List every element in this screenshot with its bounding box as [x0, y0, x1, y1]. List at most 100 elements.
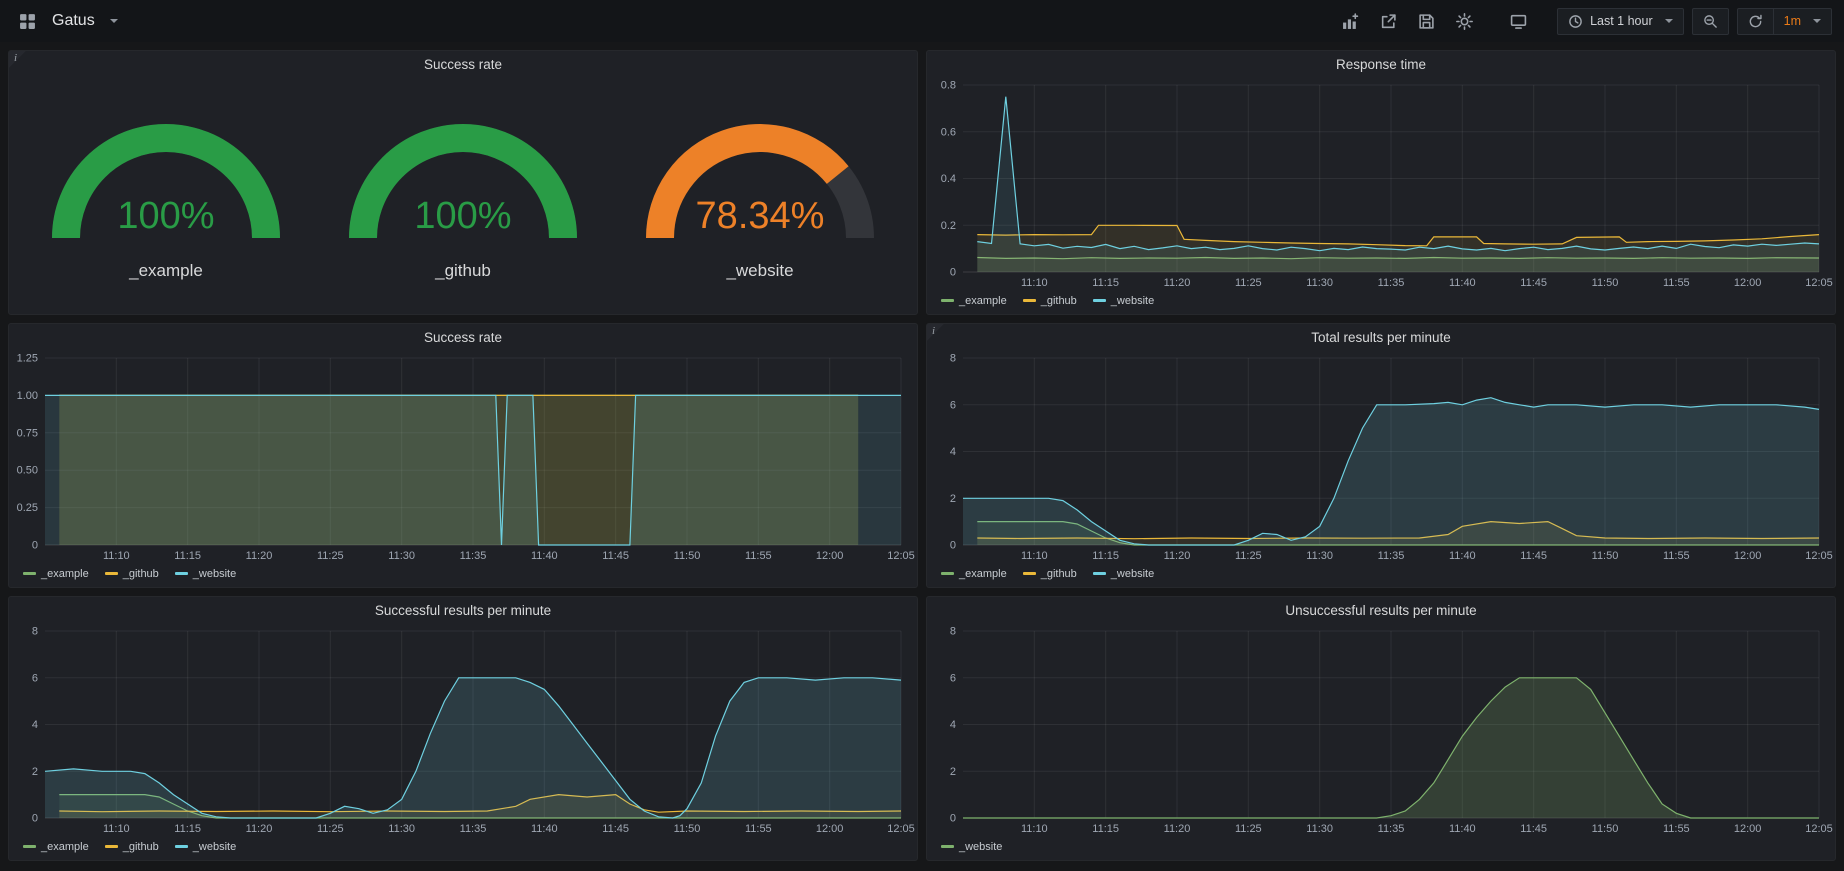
legend-label: _example — [41, 841, 89, 853]
time-range-picker[interactable]: Last 1 hour — [1557, 8, 1684, 35]
successful-results-chart[interactable]: 11:1011:1511:2011:2511:3011:3511:4011:45… — [9, 623, 917, 838]
gauge-github: 100% _github — [323, 102, 603, 281]
svg-text:11:30: 11:30 — [388, 823, 415, 835]
panel-title[interactable]: Successful results per minute — [9, 597, 917, 623]
refresh-button[interactable] — [1737, 8, 1774, 35]
svg-text:11:10: 11:10 — [1021, 823, 1048, 835]
chart-legend: _website — [927, 838, 1835, 860]
legend-swatch — [175, 572, 188, 575]
panel-title[interactable]: Success rate — [9, 324, 917, 350]
svg-text:11:40: 11:40 — [531, 823, 558, 835]
svg-text:0: 0 — [950, 813, 956, 825]
legend-item[interactable]: _github — [1023, 295, 1077, 307]
svg-text:11:25: 11:25 — [1235, 550, 1262, 562]
panel-title[interactable]: Unsuccessful results per minute — [927, 597, 1835, 623]
svg-text:11:10: 11:10 — [103, 550, 130, 562]
svg-text:11:40: 11:40 — [1449, 550, 1476, 562]
tv-mode-icon[interactable] — [1503, 8, 1533, 34]
svg-text:11:10: 11:10 — [1021, 550, 1048, 562]
svg-text:11:25: 11:25 — [317, 550, 344, 562]
add-panel-button[interactable] — [1335, 8, 1365, 34]
svg-text:11:20: 11:20 — [1164, 277, 1191, 289]
svg-text:11:15: 11:15 — [1092, 550, 1119, 562]
svg-text:11:20: 11:20 — [246, 823, 273, 835]
legend-item[interactable]: _website — [175, 568, 236, 580]
svg-text:2: 2 — [32, 766, 38, 778]
gauge-arc: 100% — [323, 102, 603, 259]
legend-item[interactable]: _github — [105, 568, 159, 580]
svg-text:11:40: 11:40 — [531, 550, 558, 562]
svg-text:11:55: 11:55 — [1663, 277, 1690, 289]
svg-text:12:00: 12:00 — [1734, 277, 1762, 289]
legend-item[interactable]: _example — [23, 568, 89, 580]
chevron-down-icon — [110, 19, 118, 23]
svg-text:11:50: 11:50 — [1592, 277, 1619, 289]
svg-text:0: 0 — [950, 540, 956, 552]
svg-text:11:55: 11:55 — [745, 823, 772, 835]
panel-success-rate-timeseries: Success rate 11:1011:1511:2011:2511:3011… — [8, 323, 918, 588]
svg-text:11:30: 11:30 — [1306, 550, 1333, 562]
total-results-chart[interactable]: 11:1011:1511:2011:2511:3011:3511:4011:45… — [927, 350, 1835, 565]
legend-item[interactable]: _example — [23, 841, 89, 853]
legend-item[interactable]: _github — [105, 841, 159, 853]
svg-text:0.8: 0.8 — [941, 80, 956, 92]
legend-item[interactable]: _example — [941, 295, 1007, 307]
gauge-label: _example — [129, 261, 203, 281]
panel-response-time: Response time 11:1011:1511:2011:2511:301… — [926, 50, 1836, 315]
svg-text:11:45: 11:45 — [1520, 823, 1547, 835]
legend-item[interactable]: _website — [1093, 568, 1154, 580]
svg-text:11:25: 11:25 — [1235, 277, 1262, 289]
svg-text:4: 4 — [32, 719, 38, 731]
panel-info-icon[interactable]: i — [927, 324, 944, 341]
gauge-website: 78.34% _website — [620, 102, 900, 281]
settings-gear-icon[interactable] — [1449, 8, 1479, 34]
unsuccessful-results-chart[interactable]: 11:1011:1511:2011:2511:3011:3511:4011:45… — [927, 623, 1835, 838]
panel-title[interactable]: Response time — [927, 51, 1835, 77]
gauge-svg: 100% — [323, 102, 603, 254]
gauge-value: 100% — [117, 195, 214, 237]
refresh-interval-dropdown[interactable]: 1m — [1774, 8, 1832, 35]
legend-item[interactable]: _example — [941, 568, 1007, 580]
legend-item[interactable]: _website — [941, 841, 1002, 853]
navbar: Gatus Last 1 hour — [0, 0, 1844, 42]
response-time-chart[interactable]: 11:1011:1511:2011:2511:3011:3511:4011:45… — [927, 77, 1835, 292]
dashboard-title[interactable]: Gatus — [52, 12, 95, 30]
legend-item[interactable]: _website — [1093, 295, 1154, 307]
legend-item[interactable]: _github — [1023, 568, 1077, 580]
legend-swatch — [941, 572, 954, 575]
svg-text:8: 8 — [950, 353, 956, 365]
panel-title[interactable]: Success rate — [9, 51, 917, 77]
legend-label: _website — [959, 841, 1002, 853]
gauge-row: 100% _example 100% _github 78.34% _websi… — [9, 77, 917, 314]
svg-text:11:15: 11:15 — [1092, 823, 1119, 835]
zoom-out-button[interactable] — [1692, 8, 1729, 35]
dashboards-icon[interactable] — [12, 8, 42, 34]
chevron-down-icon — [1665, 19, 1673, 23]
svg-text:11:10: 11:10 — [103, 823, 130, 835]
legend-label: _website — [1111, 295, 1154, 307]
legend-label: _github — [1041, 568, 1077, 580]
share-dashboard-button[interactable] — [1373, 8, 1403, 34]
svg-text:12:00: 12:00 — [1734, 550, 1762, 562]
svg-text:11:45: 11:45 — [602, 823, 629, 835]
svg-text:8: 8 — [32, 626, 38, 638]
save-dashboard-button[interactable] — [1411, 8, 1441, 34]
svg-text:0.4: 0.4 — [941, 173, 956, 185]
panel-title[interactable]: Total results per minute — [927, 324, 1835, 350]
dashboard-grid: i Success rate 100% _example 100% _githu… — [0, 42, 1844, 869]
chart-svg: 11:1011:1511:2011:2511:3011:3511:4011:45… — [927, 623, 1835, 838]
chart-legend: _example _github _website — [927, 565, 1835, 587]
chart-legend: _example _github _website — [927, 292, 1835, 314]
legend-label: _example — [959, 568, 1007, 580]
svg-text:11:30: 11:30 — [388, 550, 415, 562]
svg-text:2: 2 — [950, 493, 956, 505]
svg-text:11:25: 11:25 — [317, 823, 344, 835]
svg-text:12:05: 12:05 — [1805, 277, 1833, 289]
panel-info-icon[interactable]: i — [9, 51, 26, 68]
refresh-interval-label: 1m — [1784, 14, 1801, 28]
success-rate-chart[interactable]: 11:1011:1511:2011:2511:3011:3511:4011:45… — [9, 350, 917, 565]
svg-text:11:45: 11:45 — [602, 550, 629, 562]
svg-text:4: 4 — [950, 719, 956, 731]
svg-text:11:15: 11:15 — [174, 550, 201, 562]
legend-item[interactable]: _website — [175, 841, 236, 853]
